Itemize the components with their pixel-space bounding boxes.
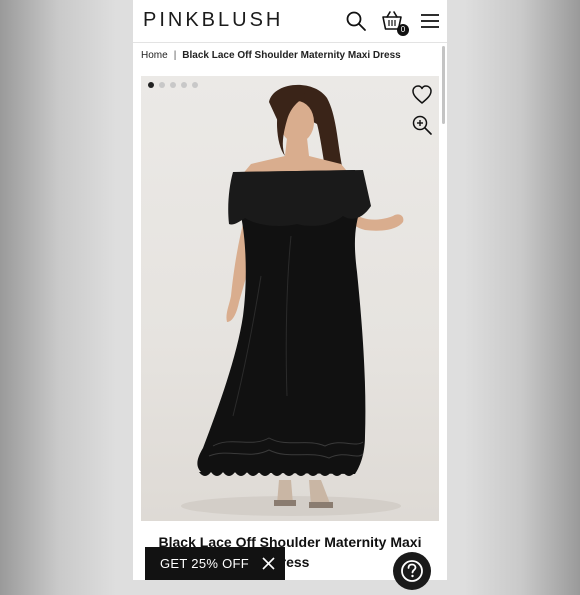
product-image-carousel[interactable]: [141, 76, 439, 521]
carousel-dot[interactable]: [181, 82, 187, 88]
phone-frame: PINKBLUSH 0 Home | Black Lace Off Shoulder…: [133, 0, 447, 580]
help-button[interactable]: [393, 552, 431, 590]
heart-icon[interactable]: [411, 84, 433, 106]
product-photo: [181, 84, 404, 516]
carousel-dot[interactable]: [159, 82, 165, 88]
promo-banner[interactable]: GET 25% OFF: [145, 547, 285, 580]
site-logo[interactable]: PINKBLUSH: [143, 9, 283, 32]
breadcrumb: Home | Black Lace Off Shoulder Maternity M…: [141, 50, 401, 61]
close-icon[interactable]: [262, 557, 275, 570]
breadcrumb-current: Black Lace Off Shoulder Maternity Maxi D…: [182, 50, 401, 61]
carousel-indicators: [148, 82, 198, 88]
help-icon: [401, 560, 423, 582]
scrollbar-thumb[interactable]: [442, 46, 445, 124]
promo-label[interactable]: GET 25% OFF: [160, 556, 249, 571]
carousel-dot[interactable]: [148, 82, 154, 88]
carousel-dot[interactable]: [192, 82, 198, 88]
carousel-dot[interactable]: [170, 82, 176, 88]
breadcrumb-separator: |: [173, 50, 177, 61]
cart-count-badge: 0: [397, 24, 409, 36]
breadcrumb-home-link[interactable]: Home: [141, 50, 168, 61]
site-header: PINKBLUSH 0: [133, 0, 447, 43]
menu-icon[interactable]: [419, 10, 441, 32]
zoom-in-icon[interactable]: [411, 114, 433, 136]
search-icon[interactable]: [345, 10, 367, 32]
